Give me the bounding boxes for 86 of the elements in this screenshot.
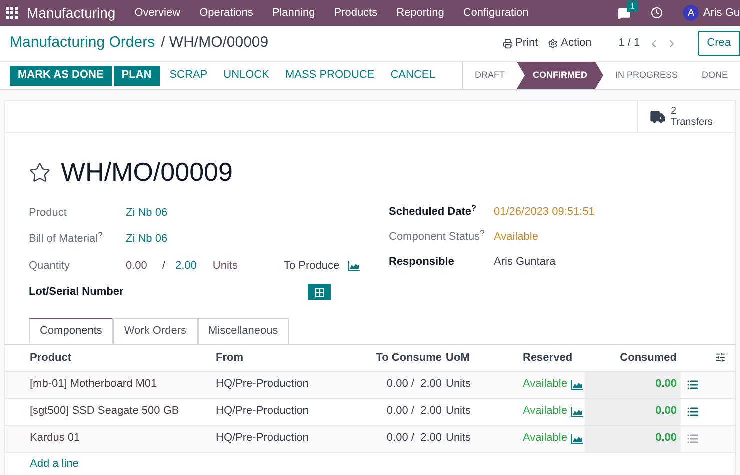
clock-icon[interactable]	[651, 7, 664, 19]
reserved-status: Available	[523, 431, 568, 446]
breadcrumb-current: / WH/MO/00009	[161, 33, 269, 54]
add-line-link[interactable]: Add a line	[30, 456, 79, 472]
field-value: Aris Guntara	[494, 255, 556, 270]
product-cell: [sgt500] SSD Seagate 500 GB	[5, 398, 216, 425]
print-button[interactable]: Print	[502, 35, 538, 52]
location-cell: HQ/Pre-Production	[216, 398, 376, 425]
message-count-badge: 1	[627, 0, 638, 12]
nav-menu-item[interactable]: Operations	[200, 4, 254, 22]
print-icon	[502, 38, 513, 48]
notebook-tab[interactable]: Miscellaneous	[198, 318, 290, 344]
field-label: Product	[29, 206, 68, 221]
reserved-status: Available	[523, 377, 568, 392]
app-name[interactable]: Manufacturing	[27, 2, 116, 24]
area-chart-icon[interactable]	[571, 380, 584, 390]
action-button[interactable]: Action	[548, 35, 592, 52]
area-chart-icon[interactable]	[571, 406, 584, 416]
column-header[interactable]: UoM	[442, 345, 523, 371]
notebook-tab[interactable]: Components	[29, 318, 114, 344]
gear-icon	[548, 38, 558, 48]
nav-menu-item[interactable]: Configuration	[463, 4, 529, 22]
action-link-button[interactable]: CANCEL	[382, 66, 444, 86]
lot-grid-button[interactable]	[308, 284, 331, 300]
breadcrumb-link[interactable]: Manufacturing Orders	[10, 32, 156, 55]
action-link-button[interactable]: SCRAP	[162, 66, 216, 86]
apps-grid-icon[interactable]	[6, 7, 18, 19]
area-chart-icon[interactable]	[348, 261, 360, 271]
action-link-button[interactable]: MASS PRODUCE	[277, 66, 383, 86]
location-cell: HQ/Pre-Production	[216, 371, 376, 398]
area-chart-icon[interactable]	[571, 434, 584, 444]
field-label: Quantity	[29, 258, 71, 274]
total-quantity[interactable]: 2.00	[175, 258, 197, 274]
record-title: WH/MO/00009	[61, 156, 233, 189]
field-label: Component Status$^{?}$	[389, 229, 486, 246]
grid-icon	[314, 288, 324, 296]
nav-menu-item[interactable]: Overview	[134, 4, 181, 22]
status-stage[interactable]: IN PROGRESS	[603, 62, 690, 89]
status-stage[interactable]: CONFIRMED	[516, 62, 604, 89]
field-label: Scheduled Date$^{?}$	[389, 204, 478, 220]
quantity-separator: /	[162, 258, 166, 274]
action-link-button[interactable]: UNLOCK	[216, 66, 278, 86]
uom-cell: Units	[442, 371, 523, 398]
chat-icon[interactable]	[618, 6, 632, 20]
field-value: 01/26/2023 09:51:51	[494, 205, 595, 220]
column-header[interactable]: Consumed	[585, 345, 681, 371]
to-consume-cell: 0.00 / 2.00	[376, 398, 442, 425]
nav-menu-item[interactable]: Products	[334, 4, 378, 22]
product-cell: Kardus 01	[5, 425, 216, 452]
primary-action-button[interactable]: PLAN	[114, 66, 160, 86]
user-name[interactable]: Aris Gu	[703, 4, 740, 22]
nav-menu-item[interactable]: Planning	[272, 4, 316, 22]
transfers-smart-button[interactable]: 2 Transfers	[637, 101, 735, 132]
location-cell: HQ/Pre-Production	[216, 425, 376, 452]
status-stage[interactable]: DONE	[690, 62, 740, 89]
nav-menu-item[interactable]: Reporting	[396, 4, 444, 22]
to-consume-cell: 0.00 / 2.00	[376, 425, 442, 452]
produced-quantity[interactable]: 0.00	[126, 258, 148, 274]
field-label: Lot/Serial Number	[29, 284, 124, 300]
field-value-link[interactable]: Zi Nb 06	[126, 230, 168, 248]
to-consume-cell: 0.00 / 2.00	[376, 371, 442, 398]
unit-text: Units	[212, 258, 238, 274]
column-header[interactable]: From	[216, 345, 376, 371]
column-header[interactable]: Product	[5, 345, 216, 371]
favorite-star-icon[interactable]	[29, 162, 51, 184]
pager: 1 / 1	[618, 36, 640, 52]
details-list-icon[interactable]	[687, 406, 699, 418]
notebook-tab[interactable]: Work Orders	[113, 318, 198, 344]
uom-cell: Units	[442, 425, 523, 452]
primary-action-button[interactable]: MARK AS DONE	[10, 66, 112, 86]
field-label: Bill of Material$^{?}$	[29, 230, 104, 247]
uom-cell: Units	[442, 398, 523, 425]
truck-icon	[650, 108, 666, 124]
column-header[interactable]: To Consume	[376, 345, 442, 371]
column-settings-icon[interactable]	[715, 352, 726, 364]
reserved-status: Available	[523, 404, 568, 420]
status-stage[interactable]: DRAFT	[462, 62, 517, 89]
field-label: Responsible	[389, 255, 456, 270]
product-cell: [mb-01] Motherboard M01	[5, 371, 216, 398]
user-avatar[interactable]: A	[683, 5, 700, 21]
to-produce-label: To Produce	[284, 258, 340, 274]
field-value-link[interactable]: Zi Nb 06	[126, 204, 168, 222]
field-value: Available	[494, 230, 538, 246]
column-header[interactable]: Reserved	[523, 345, 585, 371]
details-list-icon[interactable]	[687, 378, 699, 390]
create-button[interactable]: Crea	[698, 31, 740, 56]
